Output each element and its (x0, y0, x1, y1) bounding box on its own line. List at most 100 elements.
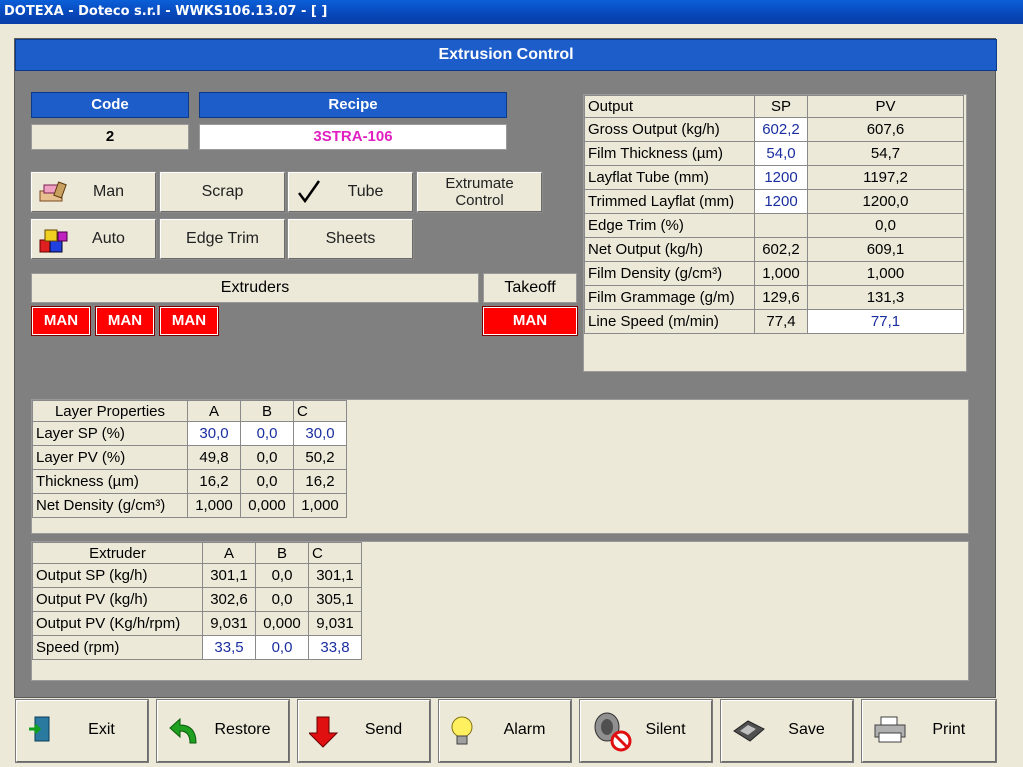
table-row: Edge Trim (%) 0,0 (584, 213, 964, 238)
print-button[interactable]: Print (861, 699, 997, 763)
speed-b-input[interactable]: 0,0 (255, 635, 309, 660)
row-label: Gross Output (kg/h) (584, 117, 755, 142)
output-pv-rpm-a: 9,031 (202, 611, 256, 636)
output-pv-rpm-b: 0,000 (255, 611, 309, 636)
exit-button[interactable]: Exit (15, 699, 149, 763)
table-row: Film Grammage (g/m) 129,6 131,3 (584, 285, 964, 310)
code-field[interactable]: 2 (31, 124, 189, 150)
edge-trim-mode-button[interactable]: Edge Trim (159, 218, 286, 260)
layer-pv-c: 50,2 (293, 445, 347, 470)
layer-header-a: A (187, 400, 241, 422)
output-header-sp: SP (754, 95, 808, 118)
tube-mode-label: Tube (347, 183, 384, 200)
extrumate-control-button[interactable]: Extrumate Control (416, 171, 543, 213)
output-sp-c: 301,1 (308, 563, 362, 588)
extruder-header-c: C (308, 542, 362, 564)
extruders-label: Extruders (31, 273, 479, 303)
edge-trim-mode-label: Edge Trim (186, 230, 259, 247)
table-row: Line Speed (m/min) 77,4 77,1 (584, 309, 964, 334)
auto-mode-button[interactable]: Auto (30, 218, 157, 260)
recipe-field[interactable]: 3STRA-106 (199, 124, 507, 150)
layer-header-label: Layer Properties (32, 400, 188, 422)
page-title: Extrusion Control (15, 39, 997, 71)
layer-pv-b: 0,0 (240, 445, 294, 470)
row-label: Output SP (kg/h) (32, 563, 203, 588)
layer-sp-a-input[interactable]: 30,0 (187, 421, 241, 446)
table-row: Thickness (µm) 16,2 0,0 16,2 (32, 469, 347, 494)
takeoff-label: Takeoff (483, 273, 577, 303)
row-label: Layer SP (%) (32, 421, 188, 446)
save-button[interactable]: Save (720, 699, 854, 763)
layflat-tube-sp-input[interactable]: 1200 (754, 165, 808, 190)
table-row: Trimmed Layflat (mm) 1200 1200,0 (584, 189, 964, 214)
film-thickness-pv: 54,7 (807, 141, 964, 166)
speed-a-input[interactable]: 33,5 (202, 635, 256, 660)
trimmed-layflat-sp-input[interactable]: 1200 (754, 189, 808, 214)
row-label: Film Grammage (g/m) (584, 285, 755, 310)
row-label: Thickness (µm) (32, 469, 188, 494)
send-button[interactable]: Send (297, 699, 431, 763)
scrap-mode-button[interactable]: Scrap (159, 171, 286, 213)
exit-label: Exit (88, 721, 115, 738)
net-density-b: 0,000 (240, 493, 294, 518)
line-speed-pv-input[interactable]: 77,1 (807, 309, 964, 334)
film-density-sp: 1,000 (754, 261, 808, 286)
extrumate-label-line1: Extrumate (445, 175, 514, 192)
send-label: Send (364, 721, 403, 738)
layer-header-b: B (240, 400, 294, 422)
film-density-pv: 1,000 (807, 261, 964, 286)
main-panel: Extrusion Control Code 2 Recipe 3STRA-10… (14, 38, 997, 698)
layer-properties-table: Layer Properties A B C Layer SP (%) 30,0… (32, 400, 347, 518)
man-mode-button[interactable]: Man (30, 171, 157, 213)
restore-button[interactable]: Restore (156, 699, 290, 763)
extruder-c-state-badge[interactable]: MAN (159, 306, 219, 336)
recipe-label: Recipe (199, 92, 507, 118)
net-density-c: 1,000 (293, 493, 347, 518)
layflat-tube-pv: 1197,2 (807, 165, 964, 190)
sheets-mode-button[interactable]: Sheets (287, 218, 414, 260)
output-sp-b: 0,0 (255, 563, 309, 588)
layer-header-row: Layer Properties A B C (32, 400, 347, 422)
net-density-a: 1,000 (187, 493, 241, 518)
film-thickness-sp-input[interactable]: 54,0 (754, 141, 808, 166)
table-row: Layflat Tube (mm) 1200 1197,2 (584, 165, 964, 190)
output-sp-a: 301,1 (202, 563, 256, 588)
output-panel: Output SP PV Gross Output (kg/h) 602,2 6… (583, 94, 967, 372)
table-row: Layer PV (%) 49,8 0,0 50,2 (32, 445, 347, 470)
tube-mode-button[interactable]: Tube (287, 171, 414, 213)
man-mode-label: Man (92, 183, 125, 200)
row-label: Speed (rpm) (32, 635, 203, 660)
table-row: Film Thickness (µm) 54,0 54,7 (584, 141, 964, 166)
extruder-header-row: Extruder A B C (32, 542, 362, 564)
extruder-panel: Extruder A B C Output SP (kg/h) 301,1 0,… (31, 541, 969, 681)
layer-properties-panel: Layer Properties A B C Layer SP (%) 30,0… (31, 399, 969, 534)
window-title: DOTEXA - Doteco s.r.l - WWKS106.13.07 - … (0, 0, 1023, 24)
line-speed-sp: 77,4 (754, 309, 808, 334)
check-icon (297, 179, 321, 210)
down-arrow-icon (307, 715, 339, 754)
output-pv-a: 302,6 (202, 587, 256, 612)
row-label: Line Speed (m/min) (584, 309, 755, 334)
row-label: Output PV (Kg/h/rpm) (32, 611, 203, 636)
exit-door-icon (27, 715, 55, 750)
film-grammage-pv: 131,3 (807, 285, 964, 310)
layer-sp-b-input[interactable]: 0,0 (240, 421, 294, 446)
print-label: Print (932, 721, 966, 738)
extruder-a-state-badge[interactable]: MAN (31, 306, 91, 336)
extruder-b-state-badge[interactable]: MAN (95, 306, 155, 336)
alarm-button[interactable]: Alarm (438, 699, 572, 763)
table-row: Output PV (Kg/h/rpm) 9,031 0,000 9,031 (32, 611, 362, 636)
man-mode-icon (38, 181, 68, 210)
thickness-b: 0,0 (240, 469, 294, 494)
silent-button[interactable]: Silent (579, 699, 713, 763)
table-row: Layer SP (%) 30,0 0,0 30,0 (32, 421, 347, 446)
layer-sp-c-input[interactable]: 30,0 (293, 421, 347, 446)
edge-trim-pv: 0,0 (807, 213, 964, 238)
gross-output-sp-input[interactable]: 602,2 (754, 117, 808, 142)
output-pv-rpm-c: 9,031 (308, 611, 362, 636)
takeoff-state-badge[interactable]: MAN (482, 306, 578, 336)
speed-c-input[interactable]: 33,8 (308, 635, 362, 660)
lightbulb-icon (450, 715, 476, 754)
output-table: Output SP PV Gross Output (kg/h) 602,2 6… (584, 95, 964, 334)
silent-label: Silent (645, 721, 686, 738)
